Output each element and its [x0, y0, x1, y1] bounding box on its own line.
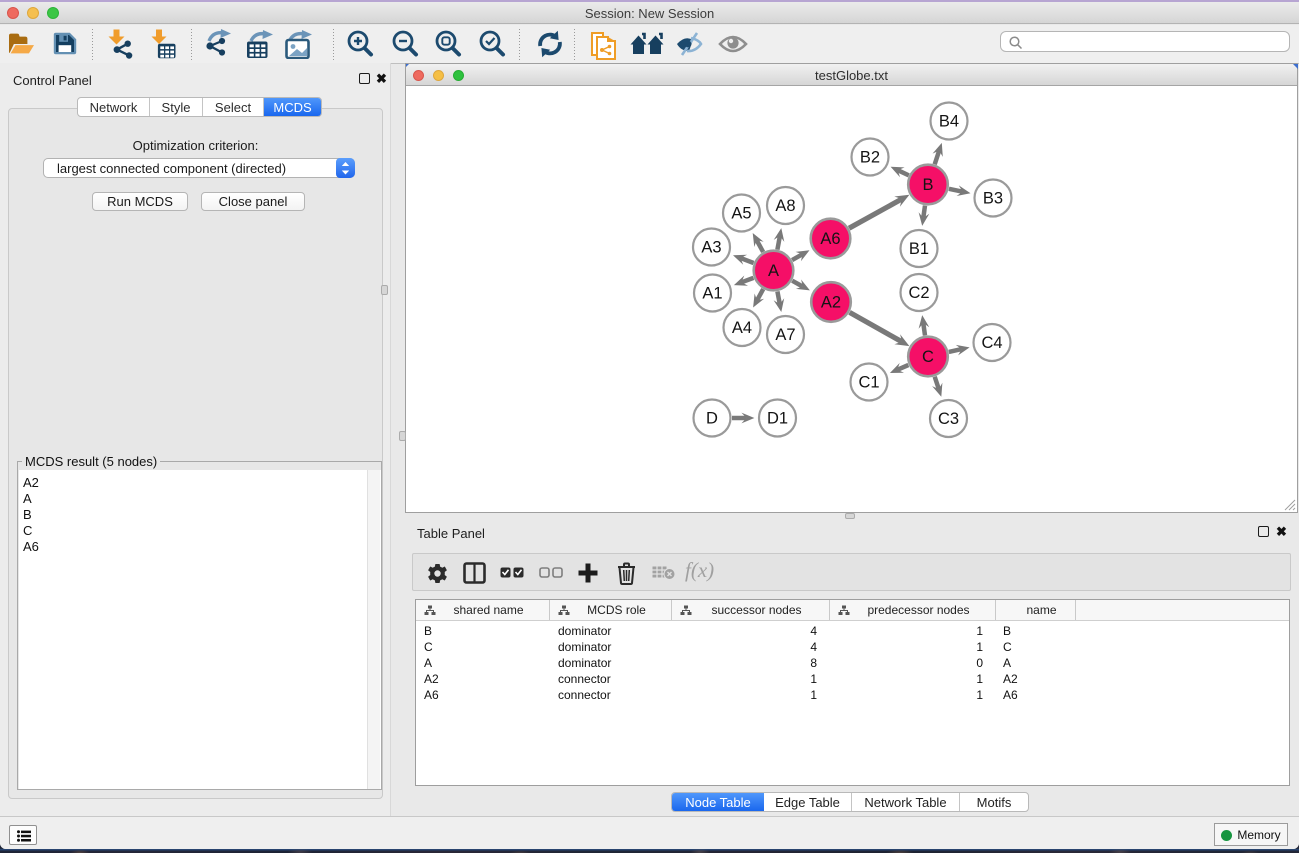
svg-text:A3: A3	[701, 239, 721, 257]
svg-text:A7: A7	[775, 326, 795, 344]
svg-text:D1: D1	[767, 410, 788, 428]
svg-text:C3: C3	[938, 410, 959, 428]
svg-text:A5: A5	[731, 205, 751, 223]
svg-text:C4: C4	[981, 334, 1002, 352]
svg-text:C1: C1	[858, 374, 879, 392]
svg-text:A2: A2	[821, 294, 841, 312]
svg-text:B1: B1	[909, 240, 929, 258]
svg-text:B4: B4	[939, 113, 959, 131]
svg-text:A1: A1	[702, 285, 722, 303]
svg-text:C2: C2	[908, 284, 929, 302]
svg-text:B2: B2	[860, 149, 880, 167]
svg-text:A6: A6	[820, 230, 840, 248]
svg-text:A4: A4	[732, 319, 752, 337]
svg-text:B3: B3	[983, 190, 1003, 208]
svg-text:C: C	[922, 348, 934, 366]
svg-text:D: D	[706, 410, 718, 428]
svg-text:A8: A8	[775, 197, 795, 215]
svg-text:B: B	[922, 176, 933, 194]
svg-text:A: A	[768, 262, 779, 280]
